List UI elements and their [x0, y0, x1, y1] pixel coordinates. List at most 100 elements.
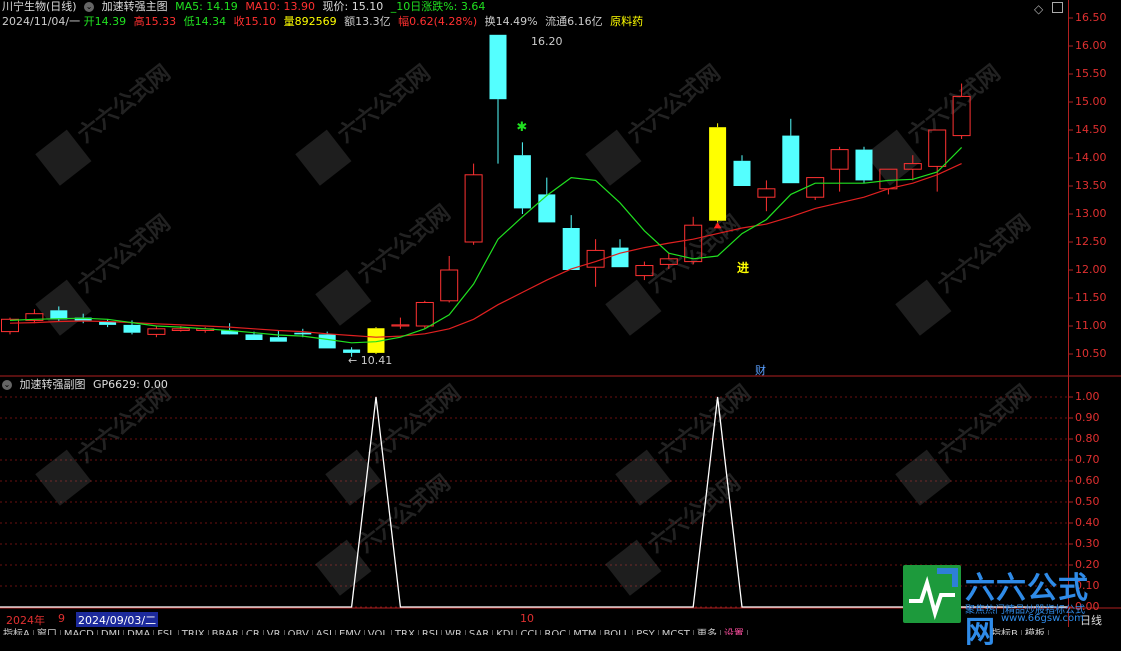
indicator-tab[interactable]: ASI: [313, 630, 336, 635]
quote-date: 2024/11/04/一: [2, 15, 81, 28]
brand-logo: 六六公式网 聚焦热门精品炒股指标公式 www.66gsw.com: [903, 563, 1115, 650]
candle-body-down: [562, 228, 580, 270]
collapse-icon[interactable]: ⌄: [84, 2, 95, 12]
maximize-icon[interactable]: [1052, 2, 1063, 13]
price-tick-label: 13.50: [1075, 179, 1107, 192]
indicator-tab[interactable]: PSY: [633, 630, 659, 635]
sub-header: ⌄ 加速转强副图 GP6629: 0.00: [2, 378, 172, 392]
selected-date[interactable]: 2024/09/03/二: [76, 612, 159, 628]
indicator-tab[interactable]: DMI: [98, 630, 125, 635]
logo-url: www.66gsw.com: [1001, 613, 1084, 624]
main-header: 川宁生物(日线) ⌄ 加速转强主图 MA5: 14.19 MA10: 13.90…: [2, 0, 489, 14]
sub-indicator-name[interactable]: 加速转强副图: [20, 378, 86, 391]
quote-high: 高15.33: [133, 15, 177, 28]
ma10-value: MA10: 13.90: [245, 0, 316, 13]
price-tick-label: 15.00: [1075, 95, 1107, 108]
indicator-tab[interactable]: BOLL: [601, 630, 634, 635]
candle-body-up: [440, 269, 459, 302]
candle-body-down: [538, 194, 556, 223]
indicator-tab[interactable]: RSI: [419, 630, 443, 635]
indicator-tab[interactable]: BRAR: [209, 630, 243, 635]
candle-body-down: [318, 334, 336, 349]
price-tick-label: 12.50: [1075, 235, 1107, 248]
quote-amount: 额13.3亿: [344, 15, 391, 28]
candle-body-down: [855, 149, 873, 181]
indicator-tab[interactable]: CR: [243, 630, 264, 635]
indicator-tab[interactable]: TRX: [392, 630, 419, 635]
indicator-tab[interactable]: CCI: [517, 630, 542, 635]
watermark-text: 六六公式网: [353, 201, 455, 288]
quote-volume: 量892569: [283, 15, 337, 28]
quote-amplitude: 幅0.62(4.28%): [398, 15, 478, 28]
candle-body-up: [1, 318, 19, 333]
indicator-tab[interactable]: TRIX: [179, 630, 209, 635]
candle-body-down: [343, 349, 361, 353]
indicator-tab[interactable]: SAR: [466, 630, 494, 635]
candle-body-down: [269, 337, 287, 342]
time-year: 2024年: [6, 614, 45, 627]
indicator-tab[interactable]: OBV: [285, 630, 313, 635]
candle-body-down: [123, 324, 141, 333]
candle-body-up: [830, 149, 849, 170]
quote-turnover: 换14.49%: [484, 15, 538, 28]
indicator-tab[interactable]: WR: [442, 630, 466, 635]
candle-body-up: [806, 177, 825, 198]
indicator-tab[interactable]: MACD: [61, 630, 98, 635]
sub-tick-label: 1.00: [1075, 390, 1100, 403]
watermark-text: 六六公式网: [933, 211, 1035, 298]
sub-collapse-icon[interactable]: ⌄: [2, 380, 12, 390]
green-star-icon: ✱: [516, 120, 527, 135]
watermark-text: 六六公式网: [653, 381, 755, 468]
candle-body-down: [245, 334, 263, 340]
sub-tick-label: 0.90: [1075, 411, 1100, 424]
candle-body-down: [733, 160, 751, 186]
indicator-tab[interactable]: DMA: [124, 630, 155, 635]
watermark-stamp: 六六公式网: [295, 61, 435, 186]
candle-body-up: [147, 328, 166, 335]
candle-body-down: [50, 310, 68, 320]
sub-tick-label: 0.80: [1075, 432, 1100, 445]
indicator-tab[interactable]: 指标A: [0, 630, 34, 635]
indicator-tab[interactable]: MTM: [570, 630, 601, 635]
watermark-text: 六六公式网: [73, 381, 175, 468]
watermark-stamp: 六六公式网: [315, 201, 455, 326]
candle-body-signal: [709, 127, 727, 221]
candle-body-up: [586, 249, 605, 268]
indicator-tab[interactable]: ROC: [541, 630, 571, 635]
quote-sector[interactable]: 原料药: [610, 15, 643, 28]
quote-low: 低14.34: [183, 15, 227, 28]
indicator-tab[interactable]: FSL: [154, 630, 179, 635]
price-tick-label: 13.00: [1075, 207, 1107, 220]
indicator-tab[interactable]: KDJ: [493, 630, 518, 635]
finance-marker[interactable]: 财: [755, 362, 766, 378]
indicator-tab[interactable]: MCST: [659, 630, 694, 635]
watermark-stamp: 六六公式网: [895, 381, 1035, 506]
sub-tick-label: 0.50: [1075, 495, 1100, 508]
stock-name[interactable]: 川宁生物(日线): [2, 0, 77, 13]
sub-tick-label: 0.60: [1075, 474, 1100, 487]
ma5-value: MA5: 14.19: [175, 0, 238, 13]
watermark-text: 六六公式网: [333, 61, 435, 148]
diamond-icon[interactable]: ◇: [1034, 2, 1043, 16]
logo-icon: [903, 565, 961, 623]
change-10d: _10日涨跌%: 3.64: [390, 0, 486, 13]
price-tick-label: 11.00: [1075, 319, 1107, 332]
indicator-tab[interactable]: 更多: [694, 630, 721, 635]
indicator-tab[interactable]: EMV: [336, 630, 365, 635]
quote-close: 收15.10: [233, 15, 277, 28]
indicator-tab[interactable]: VOL: [365, 630, 392, 635]
indicator-tab[interactable]: 设置: [721, 630, 748, 635]
price-now: 现价: 15.10: [322, 0, 384, 13]
indicator-tab[interactable]: VR: [264, 630, 285, 635]
kline-chart-area[interactable]: 六六公式网 六六公式网 六六公式网 六六公式网六六公式网 六六公式网 六六公式网 六六公式网…: [0, 0, 1121, 635]
watermark-text: 六六公式网: [933, 381, 1035, 468]
candle-body-up: [464, 174, 483, 243]
indicator-tab[interactable]: 窗口: [34, 630, 61, 635]
watermark-stamp: 六六公式网: [35, 61, 175, 186]
candle-body-up: [757, 188, 776, 198]
watermark-stamp: 六六公式网: [35, 381, 175, 506]
enter-signal-label: 进: [737, 261, 750, 275]
indicator-name[interactable]: 加速转强主图: [102, 0, 168, 13]
watermark-text: 六六公式网: [73, 61, 175, 148]
watermark-text: 六六公式网: [73, 211, 175, 298]
